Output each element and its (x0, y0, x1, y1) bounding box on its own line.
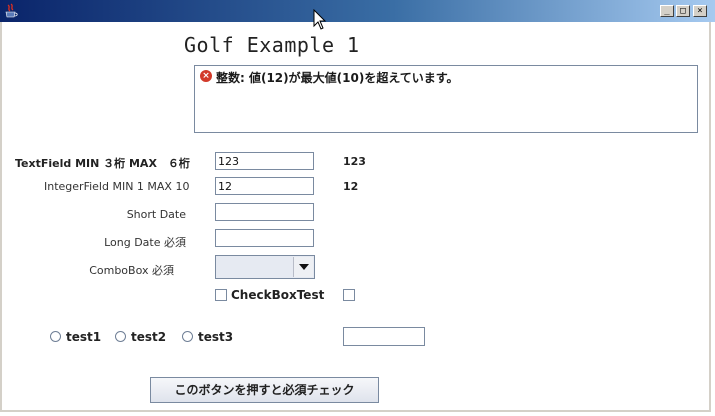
checkbox-label[interactable]: CheckBoxTest (231, 288, 324, 302)
radio-test3-label[interactable]: test3 (198, 330, 233, 344)
radio-test1-label[interactable]: test1 (66, 330, 101, 344)
textfield-label: TextField MIN ３桁 MAX ６桁 (15, 157, 190, 170)
textfield-input[interactable] (215, 152, 314, 170)
close-button[interactable]: × (693, 5, 707, 17)
required-check-button[interactable]: このボタンを押すと必須チェック (150, 377, 379, 403)
message-area: × 整数: 値(12)が最大値(10)を超えています。 (194, 65, 698, 133)
radio-test2-label[interactable]: test2 (131, 330, 166, 344)
page-title: Golf Example 1 (184, 33, 360, 57)
long-date-label: Long Date 必須 (104, 236, 186, 249)
integerfield-input[interactable] (215, 177, 314, 195)
radio-result-field[interactable] (343, 327, 425, 346)
error-icon: × (200, 70, 212, 82)
textfield-value: 123 (343, 155, 366, 168)
java-app-icon (5, 3, 18, 18)
checkbox-value-indicator[interactable] (343, 289, 355, 301)
short-date-label: Short Date (126, 208, 186, 221)
long-date-input[interactable] (215, 229, 314, 247)
title-bar[interactable]: _ □ × (0, 0, 715, 22)
minimize-button[interactable]: _ (660, 5, 674, 17)
mouse-cursor-icon (313, 9, 327, 30)
short-date-input[interactable] (215, 203, 314, 221)
radio-test2[interactable] (115, 331, 126, 342)
radio-test1[interactable] (50, 331, 61, 342)
radio-test3[interactable] (182, 331, 193, 342)
combobox-label: ComboBox 必須 (89, 264, 174, 277)
maximize-button[interactable]: □ (676, 5, 690, 17)
integerfield-value: 12 (343, 180, 359, 193)
error-message: 整数: 値(12)が最大値(10)を超えています。 (216, 71, 459, 85)
combobox[interactable] (215, 255, 315, 279)
chevron-down-icon[interactable] (293, 257, 313, 277)
checkbox[interactable] (215, 289, 227, 301)
integerfield-label: IntegerField MIN 1 MAX 10 (44, 180, 190, 193)
